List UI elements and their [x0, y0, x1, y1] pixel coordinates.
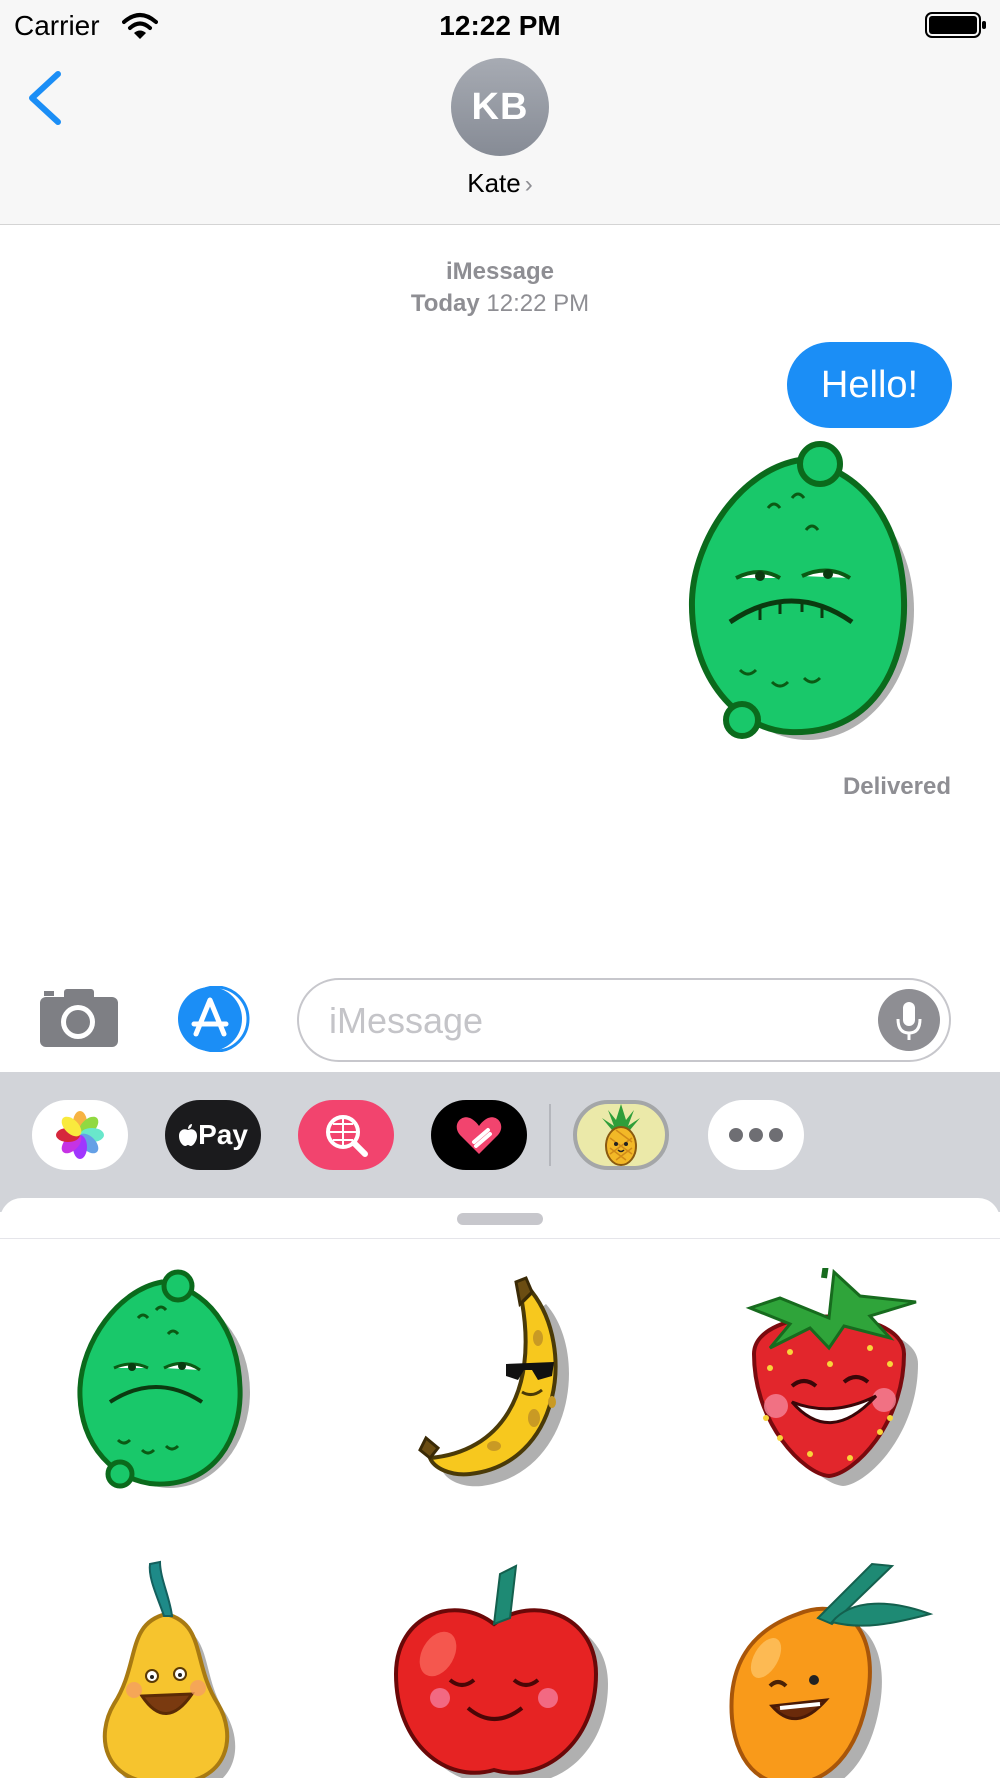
strawberry-sticker[interactable]	[740, 1268, 930, 1498]
panel-divider	[0, 1238, 1000, 1239]
sent-message-bubble[interactable]: Hello!	[787, 342, 952, 428]
pineapple-icon	[602, 1104, 640, 1166]
image-search-button[interactable]	[298, 1100, 394, 1170]
timestamp-day: Today	[410, 290, 480, 317]
banana-sticker[interactable]	[414, 1268, 594, 1498]
navigation-header: Carrier 12:22 PM KB Kate ›	[0, 0, 1000, 225]
conversation-timestamp: Today 12:22 PM	[0, 290, 1000, 318]
mango-sticker[interactable]	[722, 1558, 942, 1778]
microphone-icon[interactable]	[878, 989, 940, 1051]
message-field[interactable]	[297, 978, 951, 1062]
app-drawer: Pay	[0, 1072, 1000, 1212]
apple-pay-label: Pay	[198, 1119, 248, 1150]
contact-name: Kate	[467, 168, 521, 198]
fruit-stickers-app-button[interactable]	[573, 1100, 669, 1170]
sticker-panel	[0, 1198, 1000, 1778]
status-time: 12:22 PM	[439, 10, 561, 41]
camera-icon[interactable]	[38, 985, 120, 1049]
contact-avatar[interactable]: KB	[451, 58, 549, 156]
pear-sticker[interactable]	[86, 1558, 246, 1778]
avatar-initials: KB	[471, 85, 529, 128]
drawer-divider	[549, 1104, 551, 1166]
sent-message-text: Hello!	[820, 363, 919, 406]
apple-pay-button[interactable]: Pay	[165, 1100, 261, 1170]
globe-search-icon	[326, 1115, 368, 1157]
heart-icon	[456, 1117, 502, 1154]
apple-sticker[interactable]	[390, 1558, 610, 1778]
photos-app-button[interactable]	[32, 1100, 128, 1170]
mic-glyph-icon	[896, 1002, 922, 1040]
message-input[interactable]	[329, 992, 849, 1050]
apple-logo-icon	[179, 1124, 198, 1146]
more-apps-button[interactable]	[708, 1100, 804, 1170]
ellipsis-icon	[729, 1128, 783, 1142]
battery-icon	[925, 12, 986, 38]
panel-grabber-handle[interactable]	[457, 1213, 543, 1225]
digital-touch-button[interactable]	[431, 1100, 527, 1170]
delivery-status: Delivered	[842, 773, 951, 800]
contact-name-button[interactable]: Kate ›	[0, 168, 1000, 199]
back-chevron-icon[interactable]	[22, 66, 72, 130]
sent-lime-sticker[interactable]	[680, 440, 920, 750]
lime-sticker[interactable]	[72, 1268, 252, 1498]
chevron-right-icon: ›	[524, 171, 533, 198]
timestamp-time: 12:22 PM	[486, 290, 590, 317]
service-label: iMessage	[445, 258, 555, 285]
app-store-icon[interactable]	[170, 986, 258, 1052]
photos-icon	[56, 1111, 104, 1159]
